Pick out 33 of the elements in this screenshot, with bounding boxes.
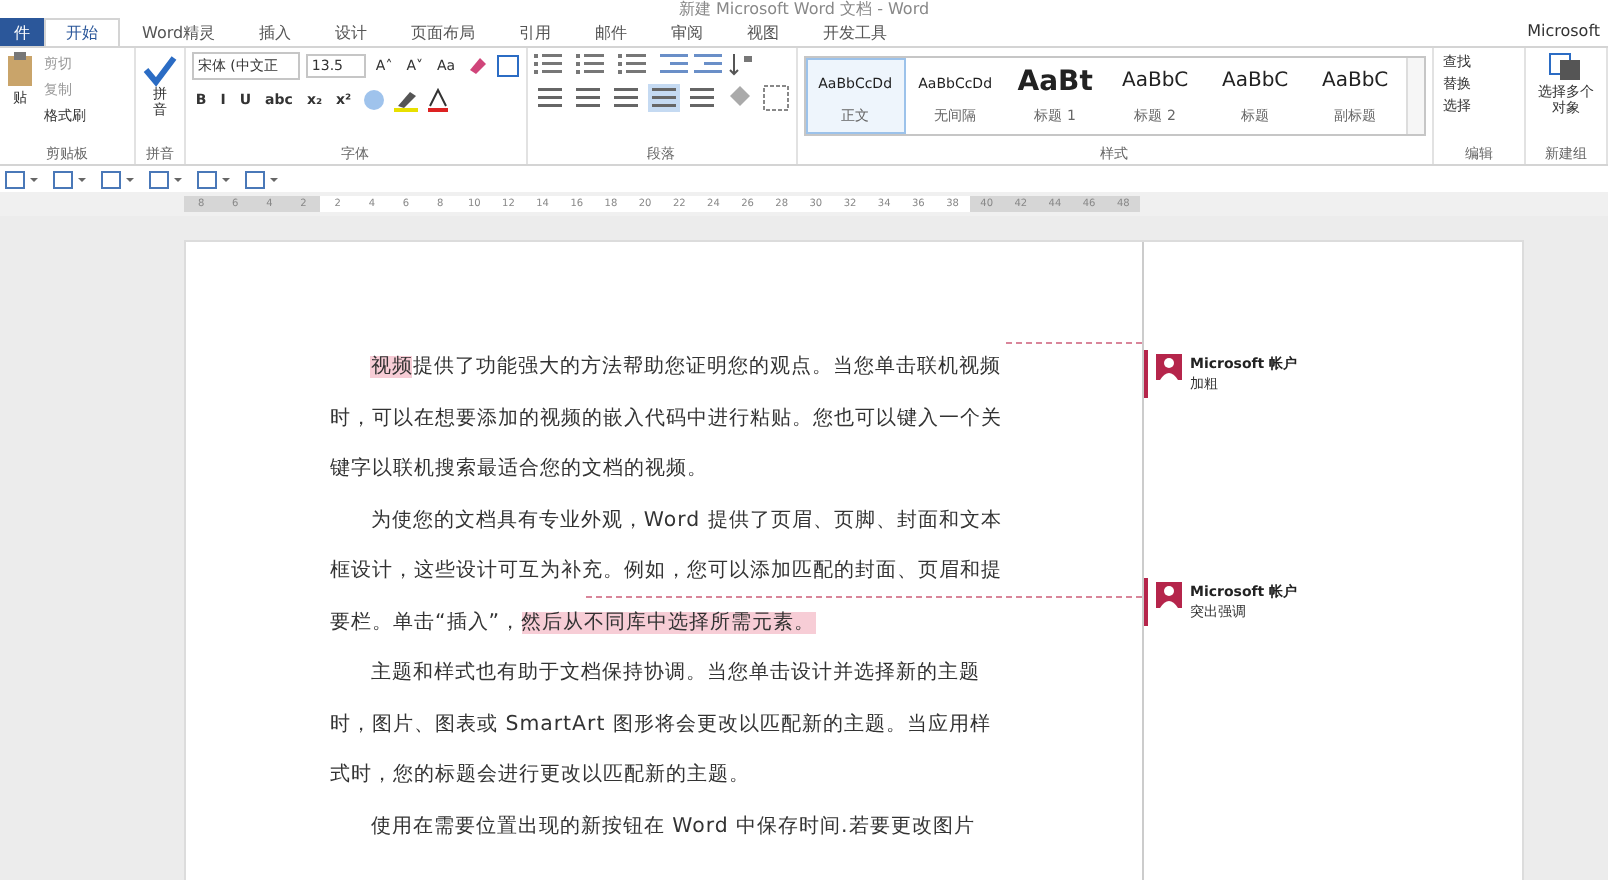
font-color-icon[interactable] — [425, 88, 450, 112]
clipboard-icon — [6, 52, 34, 88]
account-name[interactable]: Microsoft — [1527, 18, 1608, 46]
paragraph-text: 主题和样式也有助于文档保持协调。当您单击设计并选择新的主题时，图片、图表或 SmartArt 图形将会更改以匹配新的主题。当应用样式时，您的标题会进行更改以匹配新的主题。 — [330, 659, 993, 790]
align-icon[interactable] — [571, 84, 604, 112]
paragraph-text: 视频提供了功能强大的方法帮助您证明您的观点。当您单击联机视频时，可以在想要添加的视频的嵌入代码中进行粘贴。您也可以键入一个关键字以联机搜索最适合您的文档的视频。 — [330, 353, 1004, 484]
comment-connector-line — [1006, 342, 1142, 344]
border-icon[interactable] — [761, 84, 790, 112]
toolbar-icon[interactable] — [52, 169, 88, 189]
ribbon-tab[interactable]: 开始 — [44, 18, 120, 46]
highlighter-icon[interactable] — [391, 88, 420, 112]
checkmark-icon — [141, 52, 178, 88]
indent-icon[interactable] — [659, 52, 688, 76]
toolbar-icon[interactable] — [100, 169, 136, 189]
user-avatar-icon — [1156, 354, 1182, 380]
user-avatar-icon — [1156, 582, 1182, 608]
toolbar-icon[interactable] — [196, 169, 232, 189]
select-objects-icon — [1548, 52, 1584, 84]
eraser-icon[interactable] — [465, 54, 490, 78]
paragraph-text: 为使您的文档具有专业外观，Word 提供了页眉、页脚、封面和文本框设计，这些设计可互为补充。例如，您可以添加匹配的封面、页眉和提要栏。单击“插入”，然后从不同库中选择所需元素。 — [330, 507, 1004, 637]
toolbar-icon[interactable] — [244, 169, 280, 189]
align-icon[interactable] — [533, 84, 566, 112]
align-icon[interactable] — [647, 84, 680, 112]
ribbon-tab[interactable]: 件 — [0, 18, 44, 46]
toolbar-icon[interactable] — [4, 169, 40, 189]
indent-icon[interactable] — [693, 52, 722, 76]
align-icon[interactable] — [685, 84, 718, 112]
toolbar-icon[interactable] — [148, 169, 184, 189]
window-title: 新建 Microsoft Word 文档 - Word — [678, 0, 930, 18]
border-box-icon[interactable] — [495, 54, 520, 78]
sort-icon[interactable] — [727, 52, 756, 76]
align-icon[interactable] — [609, 84, 642, 112]
paragraph-text: 使用在需要位置出现的新按钮在 Word 中保存时间.若要更改图片 — [368, 813, 977, 841]
